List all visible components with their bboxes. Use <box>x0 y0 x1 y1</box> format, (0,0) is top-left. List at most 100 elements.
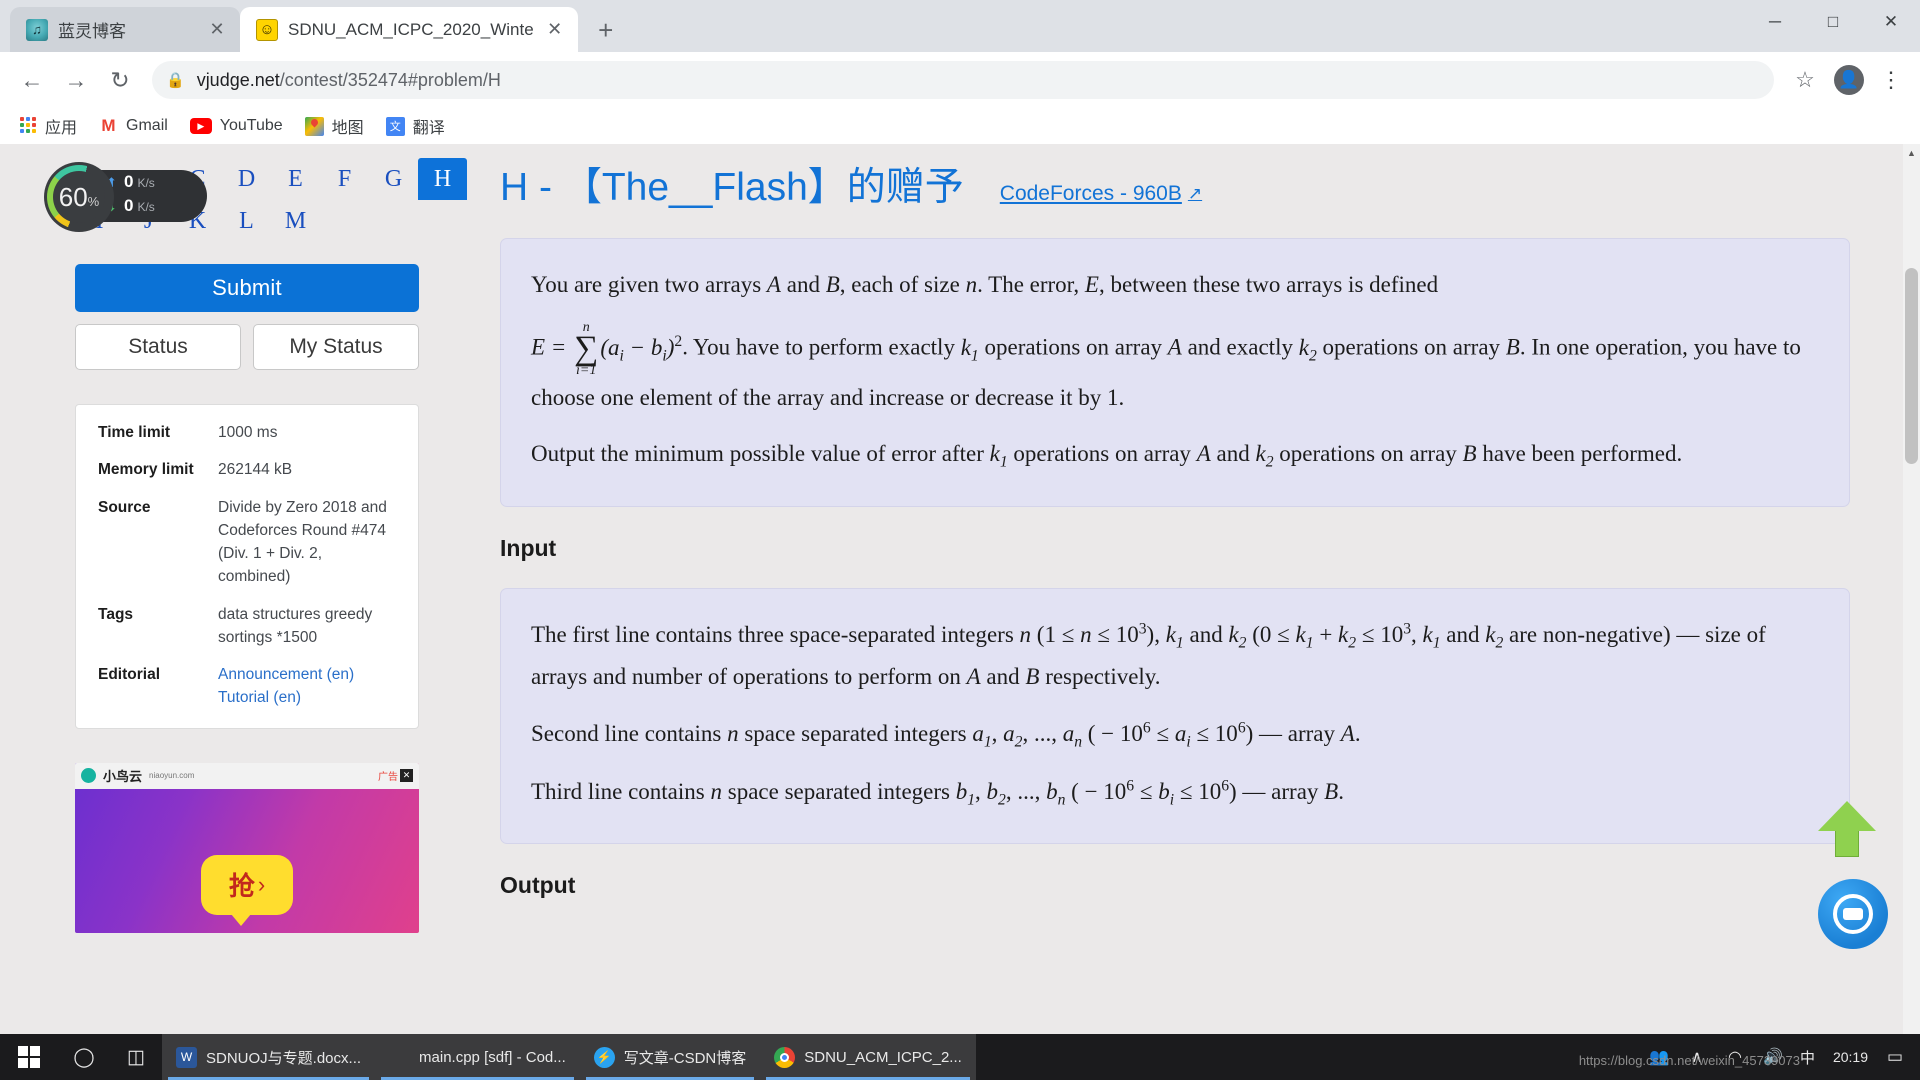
page-scrollbar[interactable]: ▲ ▼ <box>1903 144 1920 1057</box>
avatar[interactable]: 👤 <box>1834 65 1864 95</box>
back-to-top-button[interactable] <box>1818 801 1876 859</box>
statement-paragraph-1: You are given two arrays A and B, each o… <box>531 265 1819 305</box>
my-status-button[interactable]: My Status <box>253 324 419 370</box>
reload-icon[interactable]: ↻ <box>100 60 140 100</box>
problem-letter-m[interactable]: M <box>271 200 320 242</box>
cpu-usage-value: 60% <box>58 181 100 212</box>
close-icon[interactable]: ✕ <box>206 19 228 41</box>
text-run: , <box>975 778 987 804</box>
bookmark-youtube[interactable]: ▶ YouTube <box>189 117 283 135</box>
problem-letter-d[interactable]: D <box>222 158 271 200</box>
start-button[interactable] <box>0 1034 58 1080</box>
taskbar-item-label: SDNUOJ与专题.docx... <box>206 1049 362 1067</box>
problem-letter-l[interactable]: L <box>222 200 271 242</box>
tutorial-link[interactable]: Tutorial (en) <box>218 689 301 706</box>
submit-button[interactable]: Submit <box>75 264 419 312</box>
text-run: ≤ <box>1134 778 1159 804</box>
chevron-right-icon: › <box>257 871 266 897</box>
browser-tab-2[interactable]: ☺ SDNU_ACM_ICPC_2020_Winte ✕ <box>240 7 578 52</box>
text-run: ≤ 10 <box>1091 622 1139 648</box>
text-run: ≤ 10 <box>1356 622 1404 648</box>
info-value: Announcement (en) Tutorial (en) <box>218 663 396 710</box>
upload-speed-row: ⬆ 0 K/s <box>106 172 207 196</box>
download-speed-unit: K/s <box>137 200 155 214</box>
statement-panel: You are given two arrays A and B, each o… <box>500 238 1850 508</box>
text-run: The first line contains three space-sepa… <box>531 622 1020 648</box>
text-run: ≤ <box>1150 720 1175 746</box>
var-A: A <box>1196 441 1211 467</box>
status-button[interactable]: Status <box>75 324 241 370</box>
text-run: . You have to perform exactly <box>682 334 961 360</box>
info-row-memory-limit: Memory limit 262144 kB <box>98 458 396 481</box>
text-run: − b <box>623 334 663 360</box>
text-run: operations on array <box>978 334 1168 360</box>
info-label: Source <box>98 498 151 516</box>
ad-logo-icon <box>81 768 96 783</box>
info-value: 262144 kB <box>218 461 293 479</box>
tab-title: SDNU_ACM_ICPC_2020_Winte <box>288 19 534 39</box>
text-run: Second line contains <box>531 720 728 746</box>
chat-bubble-icon <box>1833 894 1873 934</box>
advertisement-banner[interactable]: 小鸟云 niaoyun.com 广告 ✕ 抢 › <box>75 762 419 933</box>
notification-icon[interactable]: ▭ <box>1878 1034 1912 1080</box>
input-paragraph-3: Third line contains n space separated in… <box>531 776 1344 809</box>
problem-letter-e[interactable]: E <box>271 158 320 200</box>
announcement-link[interactable]: Announcement (en) <box>218 666 354 683</box>
text-run: have been performed. <box>1476 441 1683 467</box>
scroll-up-arrow-icon[interactable]: ▲ <box>1903 144 1920 161</box>
back-icon[interactable]: ← <box>12 60 52 100</box>
task-view-icon[interactable]: ◫ <box>110 1034 162 1080</box>
problem-sidebar: A B C D E F G H I J K L M Submit Status <box>0 150 500 1057</box>
summation-symbol: n ∑ i=1 <box>574 321 598 378</box>
maximize-button[interactable]: □ <box>1804 0 1862 44</box>
text-run: and <box>1210 441 1256 467</box>
bookmark-maps[interactable]: 地图 <box>304 114 364 138</box>
external-link-icon: ↗ <box>1187 184 1203 203</box>
problem-letter-f[interactable]: F <box>320 158 369 200</box>
source-link[interactable]: CodeForces - 960B ↗ <box>1000 182 1202 206</box>
close-icon[interactable]: ✕ <box>544 19 566 41</box>
formula-lhs: E = <box>531 334 567 360</box>
var-B: B <box>825 272 840 297</box>
ad-cta-bubble[interactable]: 抢 › <box>201 854 293 926</box>
chat-support-button[interactable] <box>1818 879 1888 949</box>
taskbar-item-chrome[interactable]: SDNU_ACM_ICPC_2... <box>760 1034 976 1080</box>
new-tab-button[interactable]: + <box>586 10 626 50</box>
scrollbar-thumb[interactable] <box>1905 268 1918 464</box>
windows-start-icon <box>18 1046 40 1068</box>
bookmark-translate[interactable]: 文 翻译 <box>385 114 445 138</box>
close-window-button[interactable]: ✕ <box>1862 0 1920 44</box>
toolbar-right: ☆ 👤 ⋮ <box>1786 65 1908 95</box>
chrome-menu-icon[interactable]: ⋮ <box>1874 67 1908 93</box>
bookmark-apps[interactable]: 应用 <box>18 114 77 138</box>
upload-speed-unit: K/s <box>137 176 155 190</box>
forward-icon[interactable]: → <box>56 60 96 100</box>
window-controls: ─ □ ✕ <box>1746 0 1920 44</box>
taskbar-item-csdn[interactable]: ⚡ 写文章-CSDN博客 <box>579 1034 761 1080</box>
problem-main: H - 【The__Flash】的赠予 CodeForces - 960B ↗ … <box>500 150 1920 1057</box>
problem-letter-h[interactable]: H <box>418 158 467 200</box>
minimize-button[interactable]: ─ <box>1746 0 1804 44</box>
bookmark-star-icon[interactable]: ☆ <box>1786 67 1824 93</box>
smiley-icon: ☺ <box>256 18 278 41</box>
problem-letter-g[interactable]: G <box>369 158 418 200</box>
taskbar-item-word[interactable]: W SDNUOJ与专题.docx... <box>162 1034 376 1080</box>
ad-label: 广告 <box>378 772 398 783</box>
address-bar[interactable]: 🔒 vjudge.net/contest/352474#problem/H <box>152 61 1774 99</box>
bookmark-label: 地图 <box>331 120 364 137</box>
info-row-tags: Tags data structures greedy sortings *15… <box>98 603 396 650</box>
info-label: Memory limit <box>98 461 194 479</box>
clock[interactable]: 20:19 <box>1823 1049 1878 1065</box>
browser-tab-1[interactable]: ♫ 蓝灵博客 ✕ <box>10 7 240 52</box>
input-heading: Input <box>500 535 557 562</box>
var-n: n <box>965 272 978 297</box>
watermark: https://blog.csdn.net/weixin_45739073 <box>1578 1053 1800 1068</box>
chrome-icon <box>774 1046 796 1068</box>
taskbar-item-vscode[interactable]: main.cpp [sdf] - Cod... <box>375 1034 580 1080</box>
search-icon[interactable]: ◯ <box>58 1034 110 1080</box>
bookmark-gmail[interactable]: M Gmail <box>99 116 167 136</box>
text-run: , each of size <box>839 272 966 297</box>
csdn-icon: ⚡ <box>593 1046 615 1068</box>
ad-close-icon[interactable]: ✕ <box>400 769 413 782</box>
text-run: and <box>1440 622 1486 648</box>
